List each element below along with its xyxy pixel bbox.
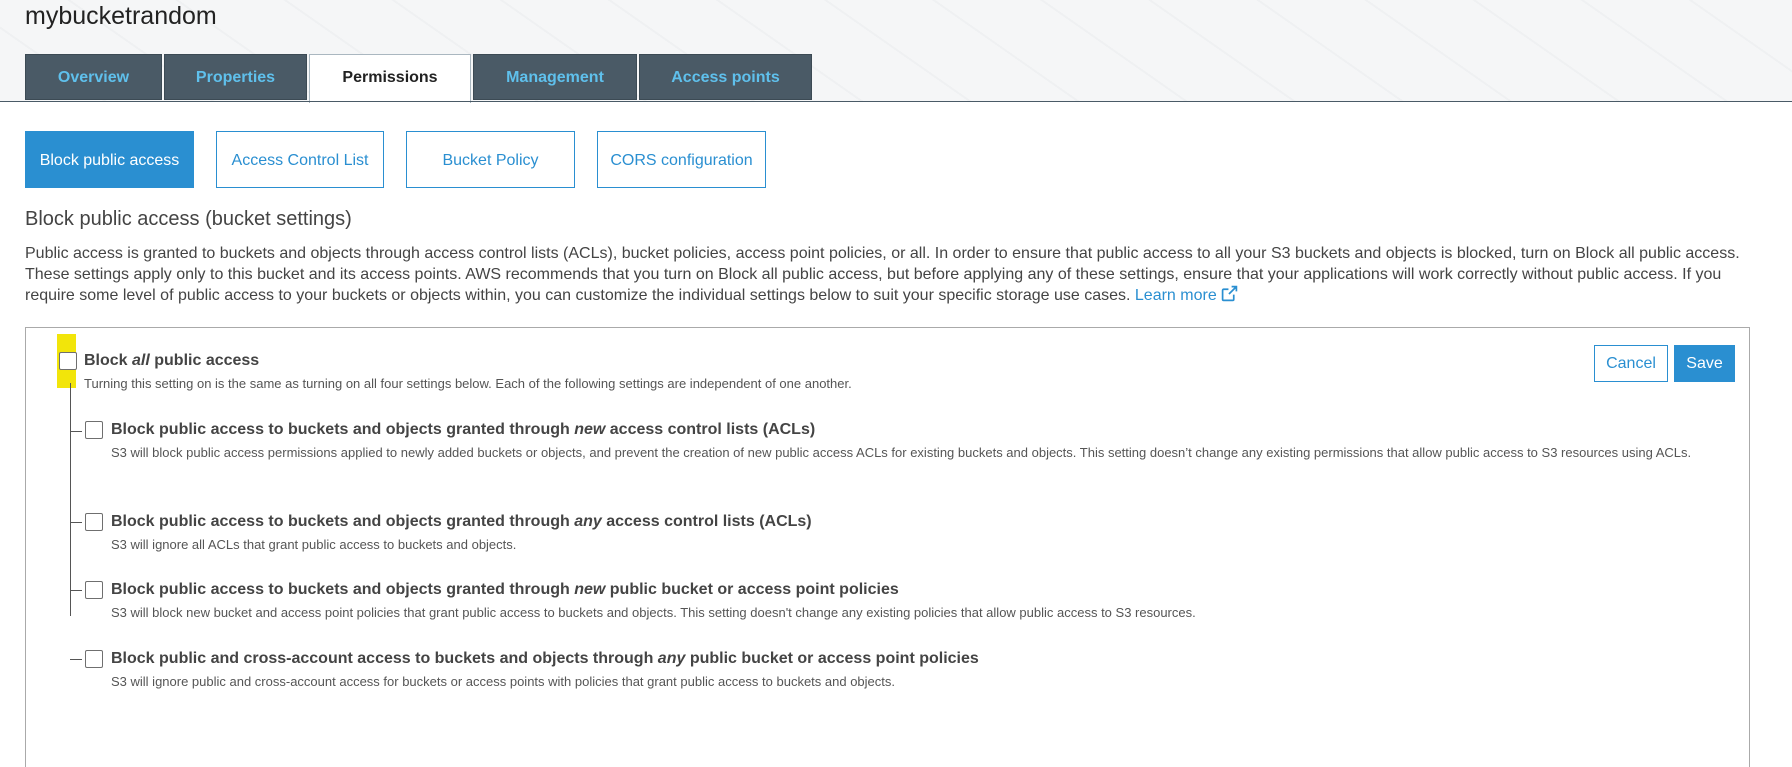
option-new-acls-title: Block public access to buckets and objec… <box>111 421 815 439</box>
option-title-emphasis: new <box>574 581 606 598</box>
tree-branch <box>70 659 82 660</box>
option-new-policies-description: S3 will block new bucket and access poin… <box>111 605 1196 620</box>
option-new-acls-checkbox[interactable] <box>85 421 103 439</box>
subtab-access-control-list[interactable]: Access Control List <box>216 131 384 188</box>
option-title-pre: Block public access to buckets and objec… <box>111 513 575 530</box>
tree-branch <box>70 431 82 432</box>
option-any-policies-description: S3 will ignore public and cross-account … <box>111 674 896 689</box>
subtab-bucket-policy[interactable]: Bucket Policy <box>406 131 575 188</box>
save-button[interactable]: Save <box>1674 345 1735 382</box>
learn-more-label: Learn more <box>1134 287 1217 304</box>
block-all-checkbox[interactable] <box>59 352 77 370</box>
external-link-icon <box>1221 285 1237 302</box>
option-title-post: public bucket or access point policies <box>685 650 979 667</box>
block-public-access-panel: Block all public access Turning this set… <box>25 327 1750 767</box>
block-all-title-post: public access <box>149 352 260 369</box>
block-all-title: Block all public access <box>84 352 259 370</box>
learn-more-link[interactable]: Learn more <box>1134 285 1238 304</box>
tab-overview[interactable]: Overview <box>25 54 162 100</box>
section-description: Public access is granted to buckets and … <box>25 244 1765 307</box>
tab-permissions[interactable]: Permissions <box>309 54 471 103</box>
option-new-policies-checkbox[interactable] <box>85 581 103 599</box>
tab-management[interactable]: Management <box>473 54 637 100</box>
tab-properties[interactable]: Properties <box>164 54 307 100</box>
option-any-acls-checkbox[interactable] <box>85 513 103 531</box>
tab-underline <box>0 101 1792 102</box>
bucket-tabs: Overview Properties Permissions Manageme… <box>25 54 814 103</box>
option-title-pre: Block public access to buckets and objec… <box>111 421 575 438</box>
option-new-policies-title: Block public access to buckets and objec… <box>111 581 899 599</box>
subtab-cors-configuration[interactable]: CORS configuration <box>597 131 766 188</box>
option-title-post: access control lists (ACLs) <box>605 421 816 438</box>
option-title-emphasis: any <box>657 650 686 667</box>
option-any-acls-description: S3 will ignore all ACLs that grant publi… <box>111 537 517 552</box>
permission-subtabs: Block public access Access Control List … <box>25 131 788 188</box>
option-any-acls-title: Block public access to buckets and objec… <box>111 513 812 531</box>
tree-branch <box>70 590 82 591</box>
tree-branch <box>70 522 82 523</box>
option-any-policies-checkbox[interactable] <box>85 650 103 668</box>
option-title-pre: Block public and cross-account access to… <box>111 650 658 667</box>
option-title-emphasis: any <box>574 513 602 530</box>
block-all-description: Turning this setting on is the same as t… <box>84 376 852 391</box>
cancel-button[interactable]: Cancel <box>1594 345 1668 382</box>
option-title-emphasis: new <box>574 421 606 438</box>
block-all-title-emphasis: all <box>132 352 150 369</box>
option-title-pre: Block public access to buckets and objec… <box>111 581 575 598</box>
subtab-block-public-access[interactable]: Block public access <box>25 131 194 188</box>
option-new-acls-description: S3 will block public access permissions … <box>111 445 1692 460</box>
tab-access-points[interactable]: Access points <box>639 54 812 100</box>
option-title-post: public bucket or access point policies <box>605 581 899 598</box>
section-heading: Block public access (bucket settings) <box>25 208 352 230</box>
option-any-policies-title: Block public and cross-account access to… <box>111 650 979 668</box>
bucket-name-title: mybucketrandom <box>25 2 217 30</box>
tree-line-vertical <box>70 383 71 616</box>
description-text: Public access is granted to buckets and … <box>25 245 1740 304</box>
option-title-post: access control lists (ACLs) <box>601 513 812 530</box>
block-all-title-pre: Block <box>84 352 133 369</box>
